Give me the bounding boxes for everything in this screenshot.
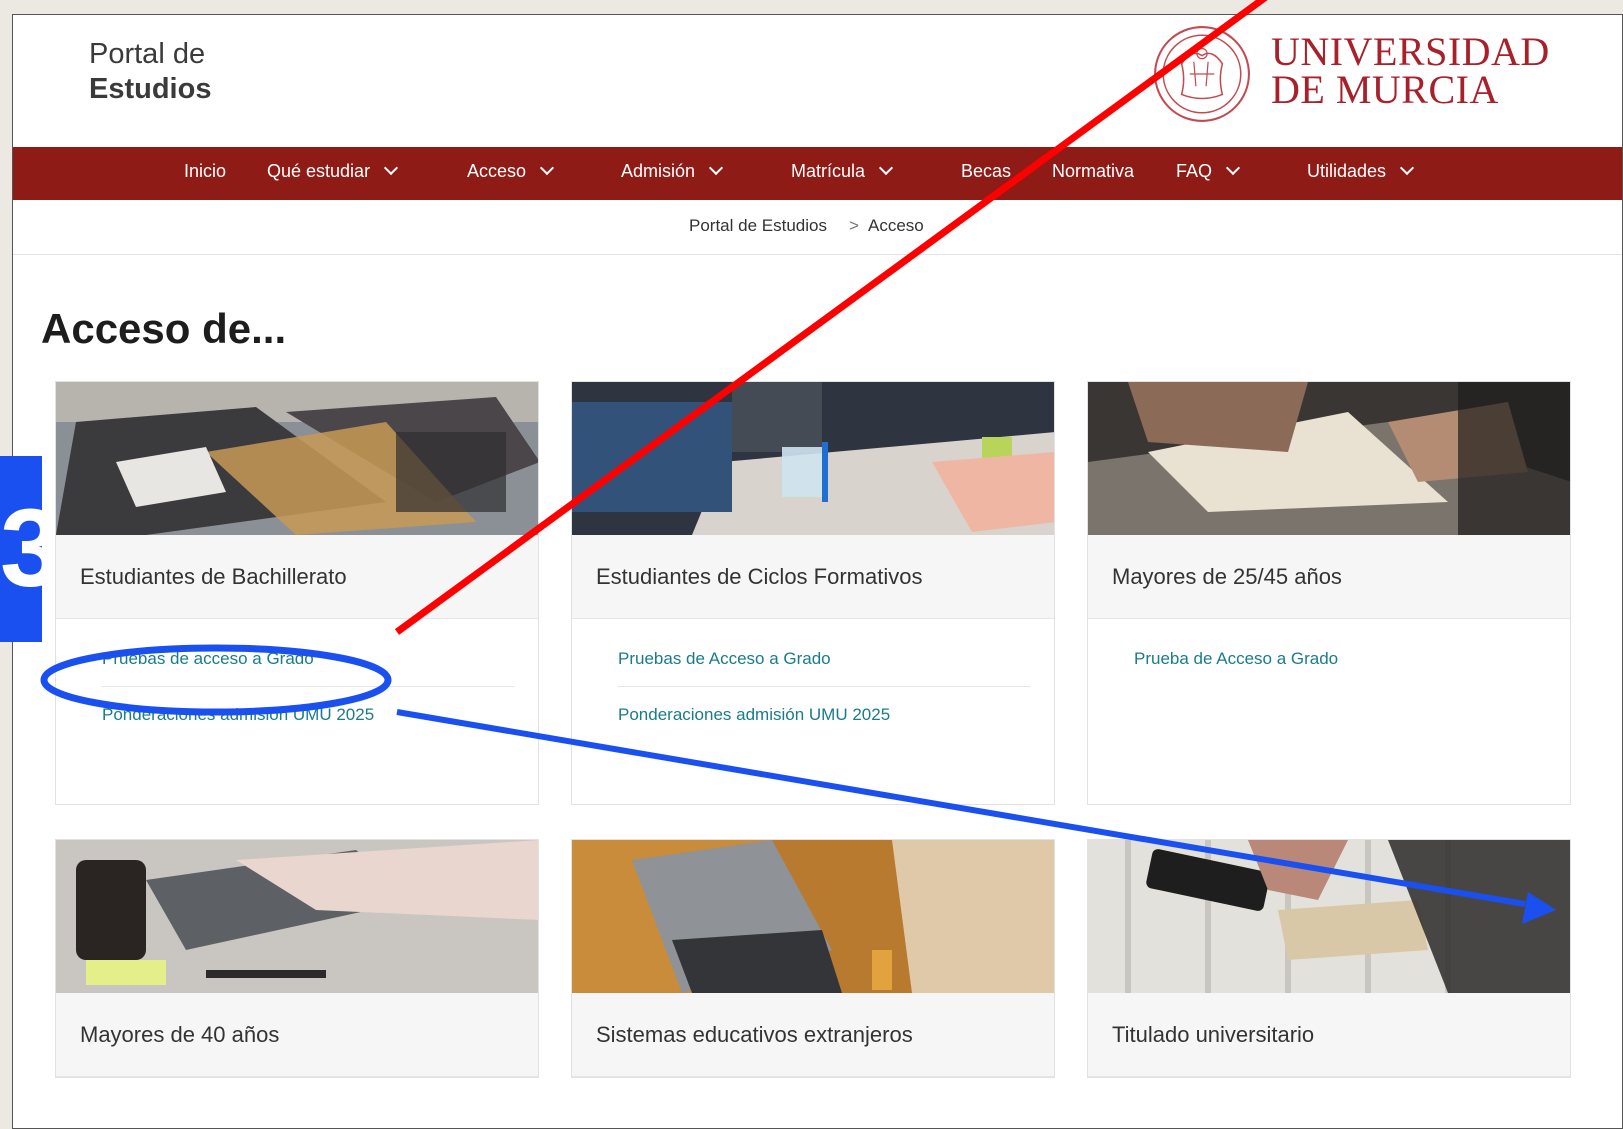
- laptop-typing-image: [56, 840, 538, 993]
- card-ciclos-formativos: Estudiantes de Ciclos Formativos Pruebas…: [571, 381, 1055, 805]
- breadcrumb-current: Acceso: [868, 216, 924, 235]
- writing-notebook-image: [1088, 382, 1570, 535]
- nav-admision-label: Admisión: [621, 161, 696, 181]
- classroom-desks-image: [56, 382, 538, 535]
- nav-normativa[interactable]: Normativa: [1052, 147, 1134, 200]
- nav-que-estudiar[interactable]: Qué estudiar: [267, 147, 399, 200]
- nav-acceso-label: Acceso: [467, 161, 527, 181]
- nav-utilidades-label: Utilidades: [1307, 161, 1387, 181]
- chevron-down-icon: [1225, 160, 1241, 176]
- link-prueba-acceso-grado[interactable]: Prueba de Acceso a Grado: [1134, 631, 1546, 687]
- university-wordmark-line1: UNIVERSIDAD: [1271, 29, 1550, 74]
- card-sistemas-extranjeros: Sistemas educativos extranjeros: [571, 839, 1055, 1078]
- nav-faq-label: FAQ: [1176, 161, 1213, 181]
- breadcrumb-separator: >: [849, 216, 859, 235]
- phone-notebook-image: [1088, 840, 1570, 993]
- card-titulado-universitario: Titulado universitario: [1087, 839, 1571, 1078]
- chevron-down-icon: [539, 160, 555, 176]
- card-title: Titulado universitario: [1088, 993, 1570, 1077]
- step-number-badge: 3: [0, 456, 42, 642]
- card-bachillerato: Estudiantes de Bachillerato Pruebas de a…: [55, 381, 539, 805]
- card-links: Prueba de Acceso a Grado: [1088, 619, 1570, 804]
- breadcrumb-home-link[interactable]: Portal de Estudios: [689, 216, 827, 236]
- chevron-down-icon: [1399, 160, 1415, 176]
- nav-inicio[interactable]: Inicio: [184, 147, 226, 200]
- nav-utilidades[interactable]: Utilidades: [1307, 147, 1415, 200]
- card-image: [56, 382, 538, 535]
- nav-faq[interactable]: FAQ: [1176, 147, 1241, 200]
- card-links: Pruebas de Acceso a Grado Ponderaciones …: [572, 619, 1054, 804]
- portal-logo-line2: Estudios: [89, 73, 212, 105]
- nav-matricula-label: Matrícula: [791, 161, 866, 181]
- site-header: Portal de Estudios UNIVERSIDAD DE MURCIA: [13, 15, 1622, 147]
- card-image: [572, 840, 1054, 993]
- card-title: Sistemas educativos extranjeros: [572, 993, 1054, 1077]
- nav-acceso[interactable]: Acceso: [467, 147, 555, 200]
- page-title: Acceso de...: [41, 305, 287, 352]
- card-image: [572, 382, 1054, 535]
- nav-inicio-label: Inicio: [184, 161, 227, 181]
- chevron-down-icon: [383, 160, 399, 176]
- link-ponderaciones-admision[interactable]: Ponderaciones admisión UMU 2025: [618, 687, 1030, 743]
- main-navbar: Inicio Qué estudiar Acceso Admisión Matr…: [13, 147, 1622, 200]
- card-title: Estudiantes de Bachillerato: [56, 535, 538, 619]
- nav-normativa-label: Normativa: [1052, 161, 1135, 181]
- chevron-down-icon: [708, 160, 724, 176]
- card-image: [1088, 840, 1570, 993]
- card-links: Pruebas de acceso a Grado Ponderaciones …: [56, 619, 538, 804]
- nav-que-estudiar-label: Qué estudiar: [267, 161, 371, 181]
- link-pruebas-acceso-grado[interactable]: Pruebas de Acceso a Grado: [618, 631, 1030, 687]
- students-table-image: [572, 382, 1054, 535]
- browser-viewport: Portal de Estudios UNIVERSIDAD DE MURCIA…: [12, 14, 1623, 1129]
- university-seal-icon[interactable]: [1151, 23, 1253, 125]
- breadcrumb: Portal de Estudios > Acceso: [13, 200, 1622, 255]
- nav-admision[interactable]: Admisión: [621, 147, 724, 200]
- card-mayores-40: Mayores de 40 años: [55, 839, 539, 1078]
- portal-logo-line1: Portal de: [89, 38, 206, 70]
- portal-logo[interactable]: Portal de Estudios: [89, 37, 211, 107]
- chevron-down-icon: [878, 160, 894, 176]
- nav-becas-label: Becas: [961, 161, 1012, 181]
- link-pruebas-acceso-grado[interactable]: Pruebas de acceso a Grado: [102, 631, 514, 687]
- nav-becas[interactable]: Becas: [961, 147, 1011, 200]
- link-ponderaciones-admision[interactable]: Ponderaciones admisión UMU 2025: [102, 687, 514, 743]
- nav-matricula[interactable]: Matrícula: [791, 147, 894, 200]
- card-title: Mayores de 25/45 años: [1088, 535, 1570, 619]
- card-mayores-25-45: Mayores de 25/45 años Prueba de Acceso a…: [1087, 381, 1571, 805]
- card-title: Estudiantes de Ciclos Formativos: [572, 535, 1054, 619]
- card-image: [1088, 382, 1570, 535]
- card-image: [56, 840, 538, 993]
- card-title: Mayores de 40 años: [56, 993, 538, 1077]
- laptop-desk-image: [572, 840, 1054, 993]
- university-wordmark-line2: DE MURCIA: [1271, 67, 1499, 112]
- university-wordmark[interactable]: UNIVERSIDAD DE MURCIA: [1271, 29, 1550, 112]
